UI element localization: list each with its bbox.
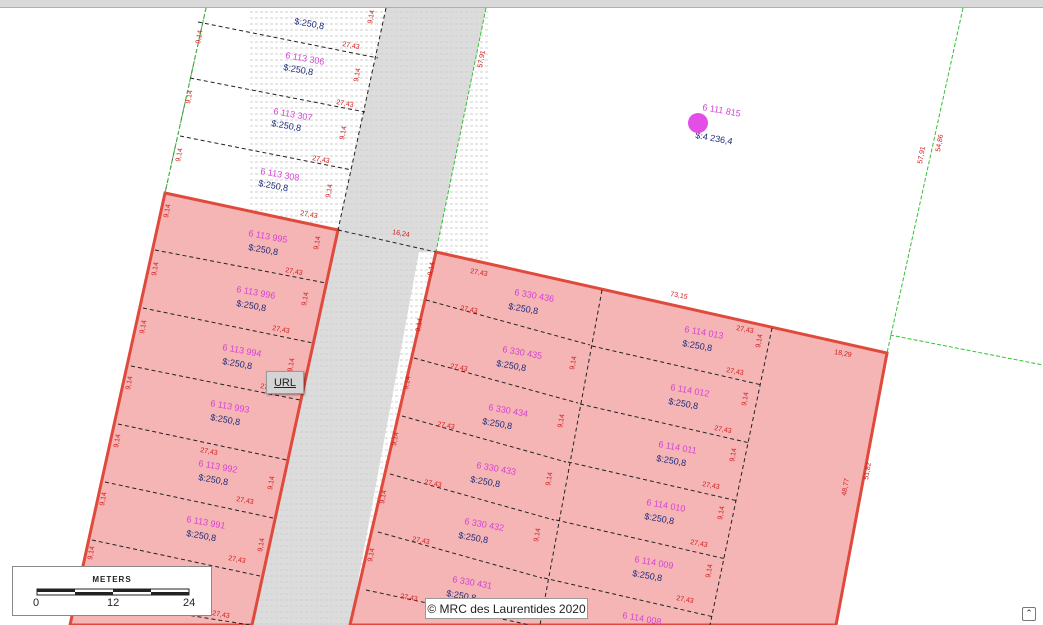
dimension-label: 54,86	[935, 134, 945, 153]
dimension-label: 9,14	[367, 10, 376, 25]
dimension-label: 57,91	[917, 146, 927, 165]
url-link-button[interactable]: URL	[266, 371, 304, 394]
scale-tick-12: 12	[107, 597, 120, 609]
parcel-map-canvas[interactable]: $:250,86 113 306$:250,86 113 307$:250,86…	[0, 0, 1043, 625]
dimension-label: 27,43	[336, 99, 355, 109]
double-chevron-up-icon[interactable]: ⌃	[1022, 607, 1036, 621]
dimension-label: 9,14	[353, 68, 362, 83]
map-attribution: © MRC des Laurentides 2020	[425, 598, 588, 619]
dimension-label: 27,43	[312, 155, 331, 165]
north-lot-divider	[179, 135, 353, 171]
dimension-label: 9,14	[325, 184, 334, 199]
parcel-block-east[interactable]	[348, 250, 889, 625]
boundary-line-east	[889, 334, 1043, 366]
dimension-label: 73,15	[670, 291, 689, 301]
map-view[interactable]: $:250,8 6 113 306 $:250,8 6 113 307 $:250,8 6…	[0, 0, 1043, 625]
location-marker[interactable]	[688, 113, 708, 133]
dimension-label: 9,14	[175, 148, 184, 163]
parcel-area-label: $:250,8	[258, 178, 289, 193]
parcel-area-label: $:250,8	[283, 62, 314, 77]
dimension-label: 9,14	[195, 30, 204, 45]
scale-tick-24: 24	[183, 597, 196, 609]
dimension-label: 27,43	[300, 210, 319, 220]
parcel-id-label: 6 111 815	[702, 102, 742, 119]
scale-tick-0: 0	[33, 597, 40, 609]
dimension-label: 27,43	[342, 41, 361, 51]
boundary-line-big-east	[886, 7, 964, 354]
scale-bar: METERS 0 12 24	[12, 566, 212, 616]
scale-graphic	[36, 588, 190, 596]
dimension-label: 9,14	[185, 90, 194, 105]
